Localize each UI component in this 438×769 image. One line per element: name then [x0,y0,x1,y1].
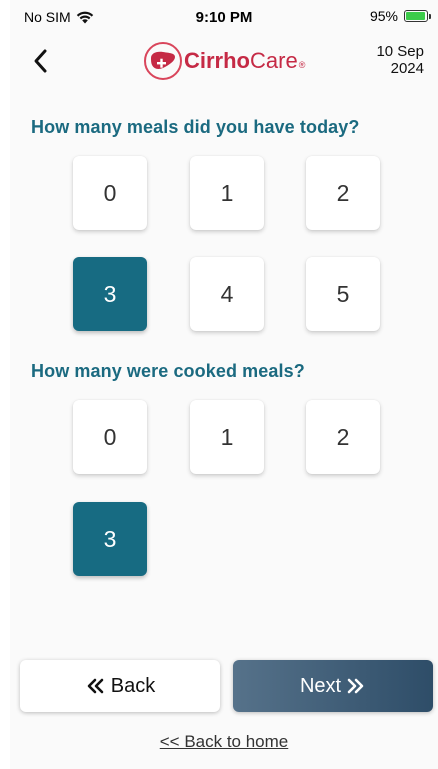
next-button-label: Next [299,674,342,697]
chevron-left-icon[interactable] [28,46,54,76]
meals-option-5[interactable]: 5 [306,257,380,331]
meals-option-4[interactable]: 4 [190,257,264,331]
meals-option-0[interactable]: 0 [73,156,147,230]
screen: No SIM 9:10 PM 95% Cirrho Care ® 10 Sep … [10,0,438,769]
battery-percent: 95% [369,8,398,24]
battery-status: 95% [369,8,431,24]
meals-option-3[interactable]: 3 [73,257,147,331]
cooked-option-1[interactable]: 1 [190,400,264,474]
logo-text-care: Care [250,48,298,73]
battery-charging-icon [404,10,431,22]
cirrhocare-logo: Cirrho Care ® [144,40,305,82]
question-meals-today: How many meals did you have today? [31,117,360,137]
header-date: 10 Sep 2024 [376,43,424,77]
date-year: 2024 [390,60,424,77]
meals-option-2[interactable]: 2 [306,156,380,230]
app-header: Cirrho Care ® 10 Sep 2024 [10,34,438,94]
liver-plus-icon [144,42,182,80]
back-button[interactable]: Back [20,660,220,712]
logo-text-cirrho: Cirrho [184,48,250,73]
cooked-option-3[interactable]: 3 [73,502,147,576]
next-button[interactable]: Next [233,660,433,712]
date-day-month: 10 Sep [376,43,424,60]
battery-level-fill [406,12,425,20]
cooked-option-2[interactable]: 2 [306,400,380,474]
meals-option-1[interactable]: 1 [190,156,264,230]
logo-registered-mark: ® [298,60,306,70]
status-bar: No SIM 9:10 PM 95% [10,0,438,34]
double-chevron-left-icon [87,678,104,694]
logo-wordmark: Cirrho Care ® [184,48,305,74]
double-chevron-right-icon [347,678,364,694]
question-cooked-meals: How many were cooked meals? [31,361,305,381]
back-button-label: Back [110,674,156,697]
cooked-option-0[interactable]: 0 [73,400,147,474]
back-to-home-link[interactable]: << Back to home [10,732,438,752]
